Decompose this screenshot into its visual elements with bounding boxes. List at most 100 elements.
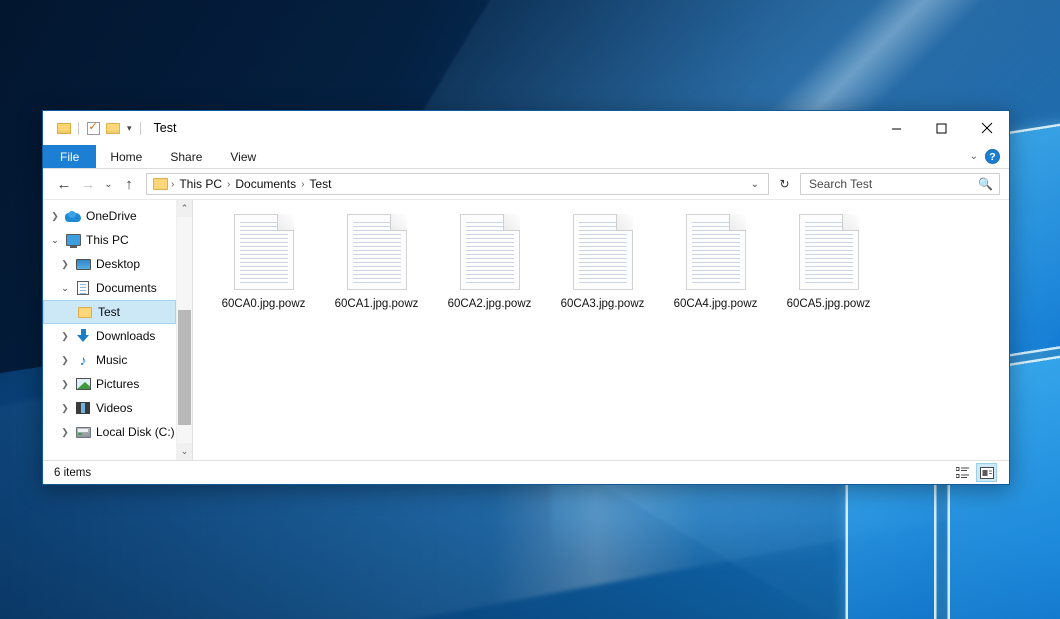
file-item[interactable]: 60CA1.jpg.powz [320,210,433,316]
address-bar-row: ← → ⌄ ↑ › This PC › Documents › Test ⌄ ↻… [43,169,1009,200]
recent-locations-icon[interactable]: ⌄ [100,172,117,196]
address-bar[interactable]: › This PC › Documents › Test ⌄ [146,173,769,195]
sidebar-item-label: OneDrive [83,209,137,223]
folder-icon [75,307,95,318]
chevron-down-icon[interactable]: ⌄ [57,283,73,294]
folder-icon[interactable] [54,117,74,139]
breadcrumb-this-pc[interactable]: This PC [174,177,227,191]
scroll-up-icon[interactable]: ⌃ [177,200,192,217]
tab-file[interactable]: File [43,145,96,168]
sidebar-item-label: Desktop [93,257,140,271]
chevron-down-icon[interactable]: ⌄ [47,235,63,246]
window-controls [874,111,1009,145]
forward-arrow-icon[interactable]: → [76,172,100,196]
sidebar-item-label: Music [93,353,127,367]
chevron-right-icon[interactable]: ❯ [47,211,63,222]
window-title: Test [154,121,177,135]
file-grid: 60CA0.jpg.powz 60CA1.jpg.powz 60CA2.jpg.… [193,200,1009,316]
large-icons-view-button[interactable] [976,463,997,482]
sidebar-item-test[interactable]: Test [43,300,176,324]
ribbon-tab-bar: File Home Share View ⌄ ? [43,145,1009,169]
generic-file-icon [686,214,746,290]
sidebar-item-pictures[interactable]: ❯ Pictures [43,372,176,396]
sidebar-item-desktop[interactable]: ❯ Desktop [43,252,176,276]
properties-icon[interactable] [83,117,103,139]
maximize-icon[interactable] [919,111,964,145]
chevron-right-icon[interactable]: ❯ [57,355,73,366]
breadcrumb-documents[interactable]: Documents [230,177,301,191]
close-icon[interactable] [964,111,1009,145]
chevron-down-icon[interactable]: ⌄ [970,151,978,162]
breadcrumb-test[interactable]: Test [304,177,336,191]
sidebar-item-downloads[interactable]: ❯ Downloads [43,324,176,348]
generic-file-icon [234,214,294,290]
file-item[interactable]: 60CA2.jpg.powz [433,210,546,316]
quick-access-toolbar: ▾ Test [43,117,176,139]
downloads-icon [73,329,93,343]
desktop-background: ▾ Test File Home Share View [0,0,1060,619]
music-icon: ♪ [73,354,93,367]
address-dropdown-icon[interactable]: ⌄ [746,179,764,190]
search-icon[interactable]: 🔍 [978,177,993,191]
file-item[interactable]: 60CA3.jpg.powz [546,210,659,316]
sidebar-item-music[interactable]: ❯ ♪ Music [43,348,176,372]
sidebar-item-local-disk[interactable]: ❯ Local Disk (C:) [43,420,176,444]
scrollbar-thumb[interactable] [178,310,191,425]
scroll-down-icon[interactable]: ⌄ [177,443,192,460]
window-body: ❯ OneDrive ⌄ This PC ❯ Desktop [43,200,1009,460]
sidebar-item-documents[interactable]: ⌄ Documents [43,276,176,300]
help-icon[interactable]: ? [985,149,1000,164]
onedrive-icon [63,211,83,222]
this-pc-icon [63,234,83,246]
sidebar-item-onedrive[interactable]: ❯ OneDrive [43,204,176,228]
breadcrumb-folder-icon [153,178,168,190]
sidebar-item-label: Local Disk (C:) [93,425,175,439]
new-folder-icon[interactable] [103,117,123,139]
navigation-pane: ❯ OneDrive ⌄ This PC ❯ Desktop [43,200,193,460]
title-bar: ▾ Test [43,111,1009,145]
sidebar-item-this-pc[interactable]: ⌄ This PC [43,228,176,252]
file-item[interactable]: 60CA5.jpg.powz [772,210,885,316]
chevron-right-icon[interactable]: ❯ [57,259,73,270]
sidebar-item-label: Test [95,305,120,319]
toolbar-divider-2 [140,122,141,135]
documents-icon [73,281,93,295]
generic-file-icon [347,214,407,290]
sidebar-item-label: Videos [93,401,132,415]
status-bar: 6 items [43,460,1009,484]
generic-file-icon [799,214,859,290]
file-item[interactable]: 60CA4.jpg.powz [659,210,772,316]
minimize-icon[interactable] [874,111,919,145]
search-input[interactable] [807,176,978,192]
desktop-icon [73,259,93,270]
up-arrow-icon[interactable]: ↑ [117,172,141,196]
sidebar-item-videos[interactable]: ❯ Videos [43,396,176,420]
file-name-label: 60CA0.jpg.powz [222,298,306,310]
file-name-label: 60CA5.jpg.powz [787,298,871,310]
tab-home[interactable]: Home [96,145,156,168]
pictures-icon [73,378,93,390]
file-name-label: 60CA4.jpg.powz [674,298,758,310]
chevron-right-icon[interactable]: ❯ [57,379,73,390]
file-list-pane[interactable]: 60CA0.jpg.powz 60CA1.jpg.powz 60CA2.jpg.… [193,200,1009,460]
navigation-scrollbar[interactable]: ⌃ ⌄ [176,200,192,460]
tab-view[interactable]: View [216,145,270,168]
sidebar-item-label: Downloads [93,329,155,343]
details-view-button[interactable] [952,463,973,482]
file-name-label: 60CA3.jpg.powz [561,298,645,310]
chevron-right-icon[interactable]: ❯ [57,331,73,342]
file-item[interactable]: 60CA0.jpg.powz [207,210,320,316]
file-name-label: 60CA1.jpg.powz [335,298,419,310]
disk-icon [73,427,93,438]
chevron-right-icon[interactable]: ❯ [57,427,73,438]
tab-share[interactable]: Share [156,145,216,168]
chevron-right-icon[interactable]: ❯ [57,403,73,414]
back-arrow-icon[interactable]: ← [52,172,76,196]
file-explorer-window: ▾ Test File Home Share View [42,110,1010,485]
refresh-icon[interactable]: ↻ [774,173,795,195]
customize-quick-access-icon[interactable]: ▾ [123,123,136,134]
item-count-label: 6 items [54,467,91,479]
generic-file-icon [573,214,633,290]
search-box[interactable]: 🔍 [800,173,1000,195]
sidebar-item-label: Documents [93,281,157,295]
